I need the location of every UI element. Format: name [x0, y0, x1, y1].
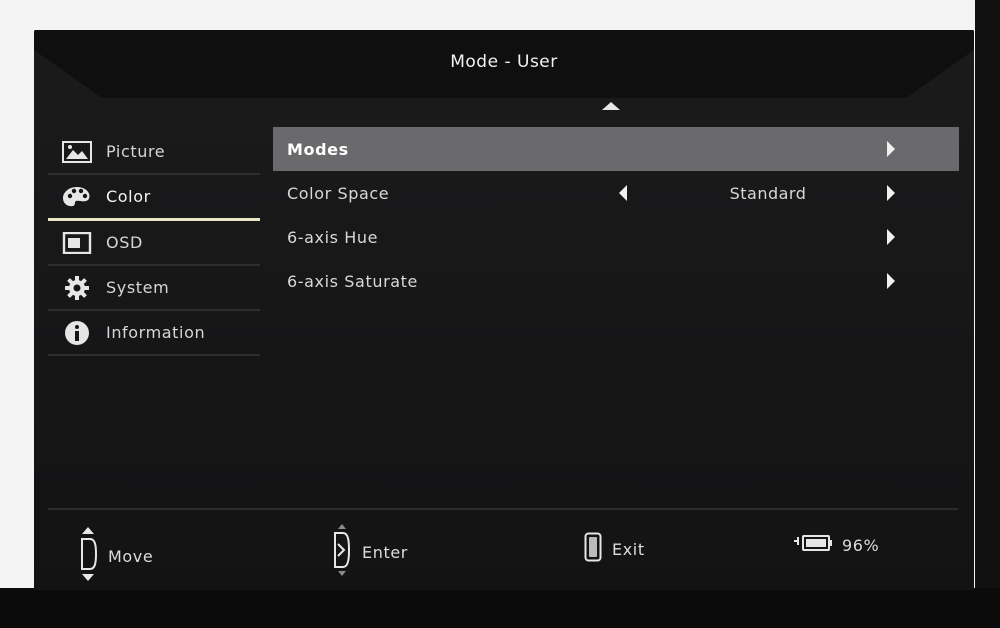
sidebar-item-picture[interactable]: Picture: [48, 130, 260, 175]
row-label: Color Space: [287, 183, 390, 203]
monitor-bezel-right: [975, 0, 1000, 628]
sidebar-item-information[interactable]: Information: [48, 311, 260, 356]
row-6-axis-hue[interactable]: 6-axis Hue: [273, 215, 959, 259]
row-6-axis-saturate[interactable]: 6-axis Saturate: [273, 259, 959, 303]
sidebar-item-label: Information: [106, 323, 206, 342]
sidebar-item-osd[interactable]: OSD: [48, 221, 260, 266]
sidebar-item-label: Picture: [106, 142, 166, 161]
monitor-bezel-bottom: [0, 588, 1000, 628]
scroll-up-icon[interactable]: [602, 102, 620, 110]
info-icon: [62, 320, 92, 345]
joystick-move-icon: [78, 527, 98, 585]
chevron-left-icon[interactable]: [619, 185, 627, 201]
picture-icon: [62, 140, 92, 164]
monitor-screen: Mode - User Picture Color OSD System Inf…: [34, 30, 974, 590]
chevron-right-icon[interactable]: [887, 229, 895, 245]
sidebar: Picture Color OSD System Information: [48, 130, 260, 356]
footer-divider: [48, 508, 958, 510]
footer-move-label: Move: [108, 546, 154, 566]
footer-battery: 96%: [794, 535, 879, 555]
palette-icon: [62, 185, 92, 209]
footer-exit-label: Exit: [612, 539, 645, 559]
row-label: 6-axis Hue: [287, 227, 379, 247]
battery-percentage: 96%: [842, 535, 880, 555]
sidebar-item-system[interactable]: System: [48, 266, 260, 311]
row-label: Modes: [287, 139, 349, 159]
chevron-right-icon[interactable]: [887, 141, 895, 157]
row-color-space[interactable]: Color Space Standard: [273, 171, 959, 215]
osd-panel: Mode - User Picture Color OSD System Inf…: [34, 30, 974, 590]
osd-title: Mode - User: [450, 52, 558, 72]
sidebar-item-label: OSD: [106, 233, 143, 252]
sidebar-item-label: System: [106, 278, 170, 297]
row-label: 6-axis Saturate: [287, 271, 418, 291]
exit-button-icon: [584, 532, 602, 566]
joystick-enter-icon: [332, 524, 352, 580]
footer-exit: Exit: [584, 532, 645, 566]
chevron-right-icon[interactable]: [887, 185, 895, 201]
chevron-right-icon[interactable]: [887, 273, 895, 289]
gear-icon: [62, 275, 92, 300]
row-modes[interactable]: Modes: [273, 127, 959, 171]
settings-list: Modes Color Space Standard 6-axis Hue 6-…: [273, 127, 959, 303]
sidebar-item-label: Color: [106, 187, 151, 206]
footer-enter: Enter: [332, 524, 408, 580]
footer-enter-label: Enter: [362, 542, 408, 562]
footer-move: Move: [78, 527, 153, 585]
battery-icon: [794, 535, 832, 555]
color-space-value: Standard: [729, 183, 807, 203]
osd-icon: [62, 231, 92, 255]
sidebar-item-color[interactable]: Color: [48, 175, 260, 221]
